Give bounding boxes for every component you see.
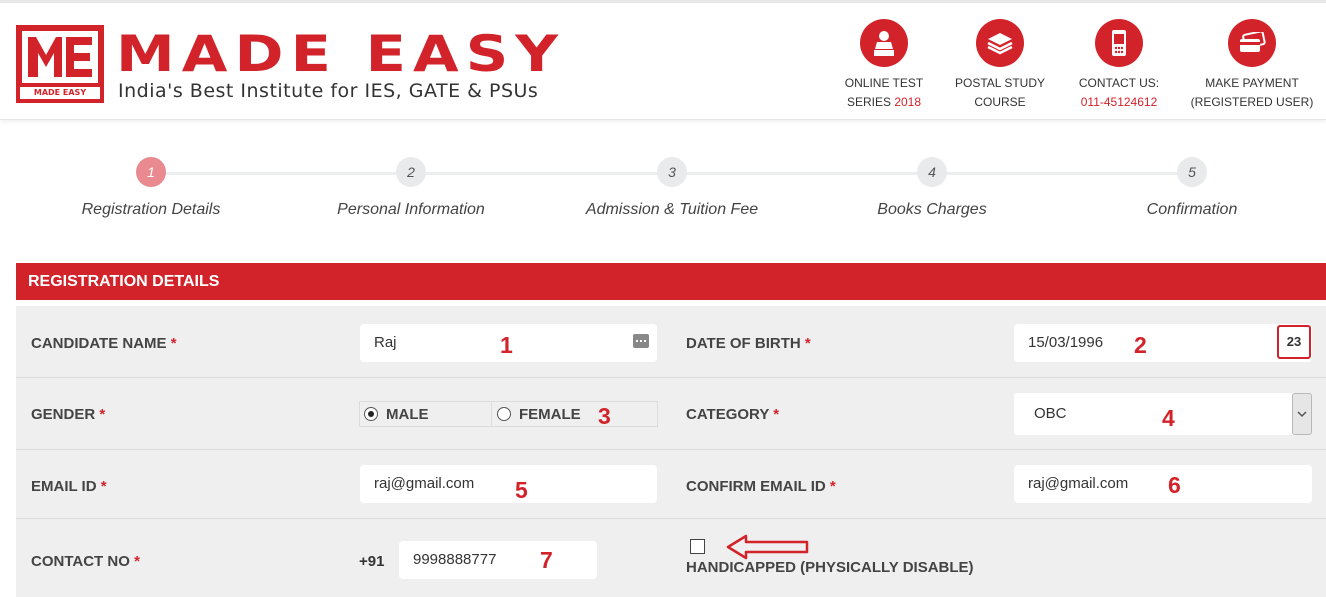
mobile-phone-icon — [1095, 19, 1143, 67]
step-label: Personal Information — [337, 201, 485, 218]
step-label: Confirmation — [1146, 201, 1238, 218]
date-of-birth-label: DATE OF BIRTH * — [686, 335, 811, 352]
step-label: Registration Details — [81, 201, 221, 218]
form-row: CONTACT NO * +91 9998888777 7 HANDICAPPE… — [16, 519, 1326, 597]
radio-selected-icon[interactable] — [364, 407, 378, 421]
contact-us-line1: CONTACT US: — [1078, 76, 1160, 90]
site-header: MADE EASY MADE EASY India's Best Institu… — [0, 0, 1326, 120]
postal-study-line1: POSTAL STUDY — [954, 76, 1046, 90]
email-label: EMAIL ID * — [31, 478, 107, 495]
make-payment-line2: (REGISTERED USER) — [1190, 95, 1314, 109]
postal-study-line2: COURSE — [974, 95, 1026, 109]
annotation-number: 3 — [598, 403, 611, 429]
step-registration-details[interactable]: 1 Registration Details — [31, 157, 271, 219]
step-confirmation[interactable]: 5 Confirmation — [1072, 157, 1312, 219]
contact-us-link[interactable]: CONTACT US: 011-45124612 — [1057, 19, 1181, 112]
step-number: 4 — [917, 157, 947, 187]
make-payment-line1: MAKE PAYMENT — [1205, 76, 1299, 90]
date-of-birth-input[interactable]: 15/03/1996 — [1014, 324, 1312, 362]
logo-caption: MADE EASY — [20, 87, 100, 99]
male-label: MALE — [386, 405, 429, 423]
country-code: +91 — [359, 553, 385, 570]
form-row: GENDER * MALE FEMALE 3 CATEGORY * OBC 4 — [16, 378, 1326, 450]
online-test-line1: ONLINE TEST — [844, 76, 924, 90]
online-test-series-link[interactable]: ONLINE TEST SERIES 2018 — [822, 19, 946, 112]
chevron-down-icon[interactable] — [1292, 393, 1312, 435]
female-label: FEMALE — [519, 405, 581, 423]
logo-emblem — [22, 31, 98, 83]
step-books-charges[interactable]: 4 Books Charges — [812, 157, 1052, 219]
calendar-icon[interactable]: 23 — [1277, 325, 1311, 359]
handicapped-label: HANDICAPPED (PHYSICALLY DISABLE) — [686, 559, 974, 576]
credit-card-icon — [1228, 19, 1276, 67]
progress-steps: 1 Registration Details 2 Personal Inform… — [0, 157, 1326, 227]
section-title-bar: REGISTRATION DETAILS — [16, 263, 1326, 300]
books-stack-icon — [976, 19, 1024, 67]
handicapped-checkbox[interactable] — [690, 539, 705, 554]
make-payment-link[interactable]: MAKE PAYMENT (REGISTERED USER) — [1190, 19, 1314, 112]
gender-radio-group: MALE FEMALE — [359, 401, 658, 427]
autofill-key-icon[interactable] — [633, 334, 649, 348]
contact-phone-number: 011-45124612 — [1080, 95, 1158, 109]
annotation-number: 5 — [515, 477, 528, 503]
step-personal-information[interactable]: 2 Personal Information — [291, 157, 531, 219]
logo[interactable]: MADE EASY — [16, 25, 104, 103]
step-number: 5 — [1177, 157, 1207, 187]
annotation-number: 4 — [1162, 405, 1175, 431]
category-label: CATEGORY * — [686, 406, 780, 423]
gender-label: GENDER * — [31, 406, 106, 423]
registration-form: CANDIDATE NAME * Raj 1 DATE OF BIRTH * 1… — [16, 306, 1326, 597]
brand-tagline: India's Best Institute for IES, GATE & P… — [118, 80, 539, 102]
form-row: EMAIL ID * raj@gmail.com 5 CONFIRM EMAIL… — [16, 450, 1326, 519]
annotation-number: 1 — [500, 332, 513, 358]
candidate-name-label: CANDIDATE NAME * — [31, 335, 177, 352]
step-label: Admission & Tuition Fee — [585, 201, 759, 218]
registration-page: MADE EASY MADE EASY India's Best Institu… — [0, 0, 1326, 597]
form-row: CANDIDATE NAME * Raj 1 DATE OF BIRTH * 1… — [16, 306, 1326, 378]
annotation-number: 7 — [540, 547, 553, 573]
online-test-year: 2018 — [894, 95, 922, 109]
contact-no-input[interactable]: 9998888777 — [399, 541, 597, 579]
annotation-arrow-icon — [726, 534, 809, 560]
confirm-email-label: CONFIRM EMAIL ID * — [686, 478, 836, 495]
email-input[interactable]: raj@gmail.com — [360, 465, 657, 503]
online-test-line2: SERIES — [846, 95, 895, 109]
confirm-email-input[interactable]: raj@gmail.com — [1014, 465, 1312, 503]
gender-male-option[interactable]: MALE — [364, 402, 492, 426]
step-number: 2 — [396, 157, 426, 187]
test-person-icon — [860, 19, 908, 67]
annotation-number: 2 — [1134, 332, 1147, 358]
step-number: 3 — [657, 157, 687, 187]
step-label: Books Charges — [877, 201, 987, 218]
annotation-number: 6 — [1168, 472, 1181, 498]
step-admission-tuition-fee[interactable]: 3 Admission & Tuition Fee — [552, 157, 792, 219]
radio-unselected-icon[interactable] — [497, 407, 511, 421]
step-number: 1 — [136, 157, 166, 187]
brand-name: MADE EASY — [116, 25, 566, 83]
contact-no-label: CONTACT NO * — [31, 553, 140, 570]
category-selected-value: OBC — [1034, 405, 1067, 422]
postal-study-course-link[interactable]: POSTAL STUDY COURSE — [938, 19, 1062, 112]
